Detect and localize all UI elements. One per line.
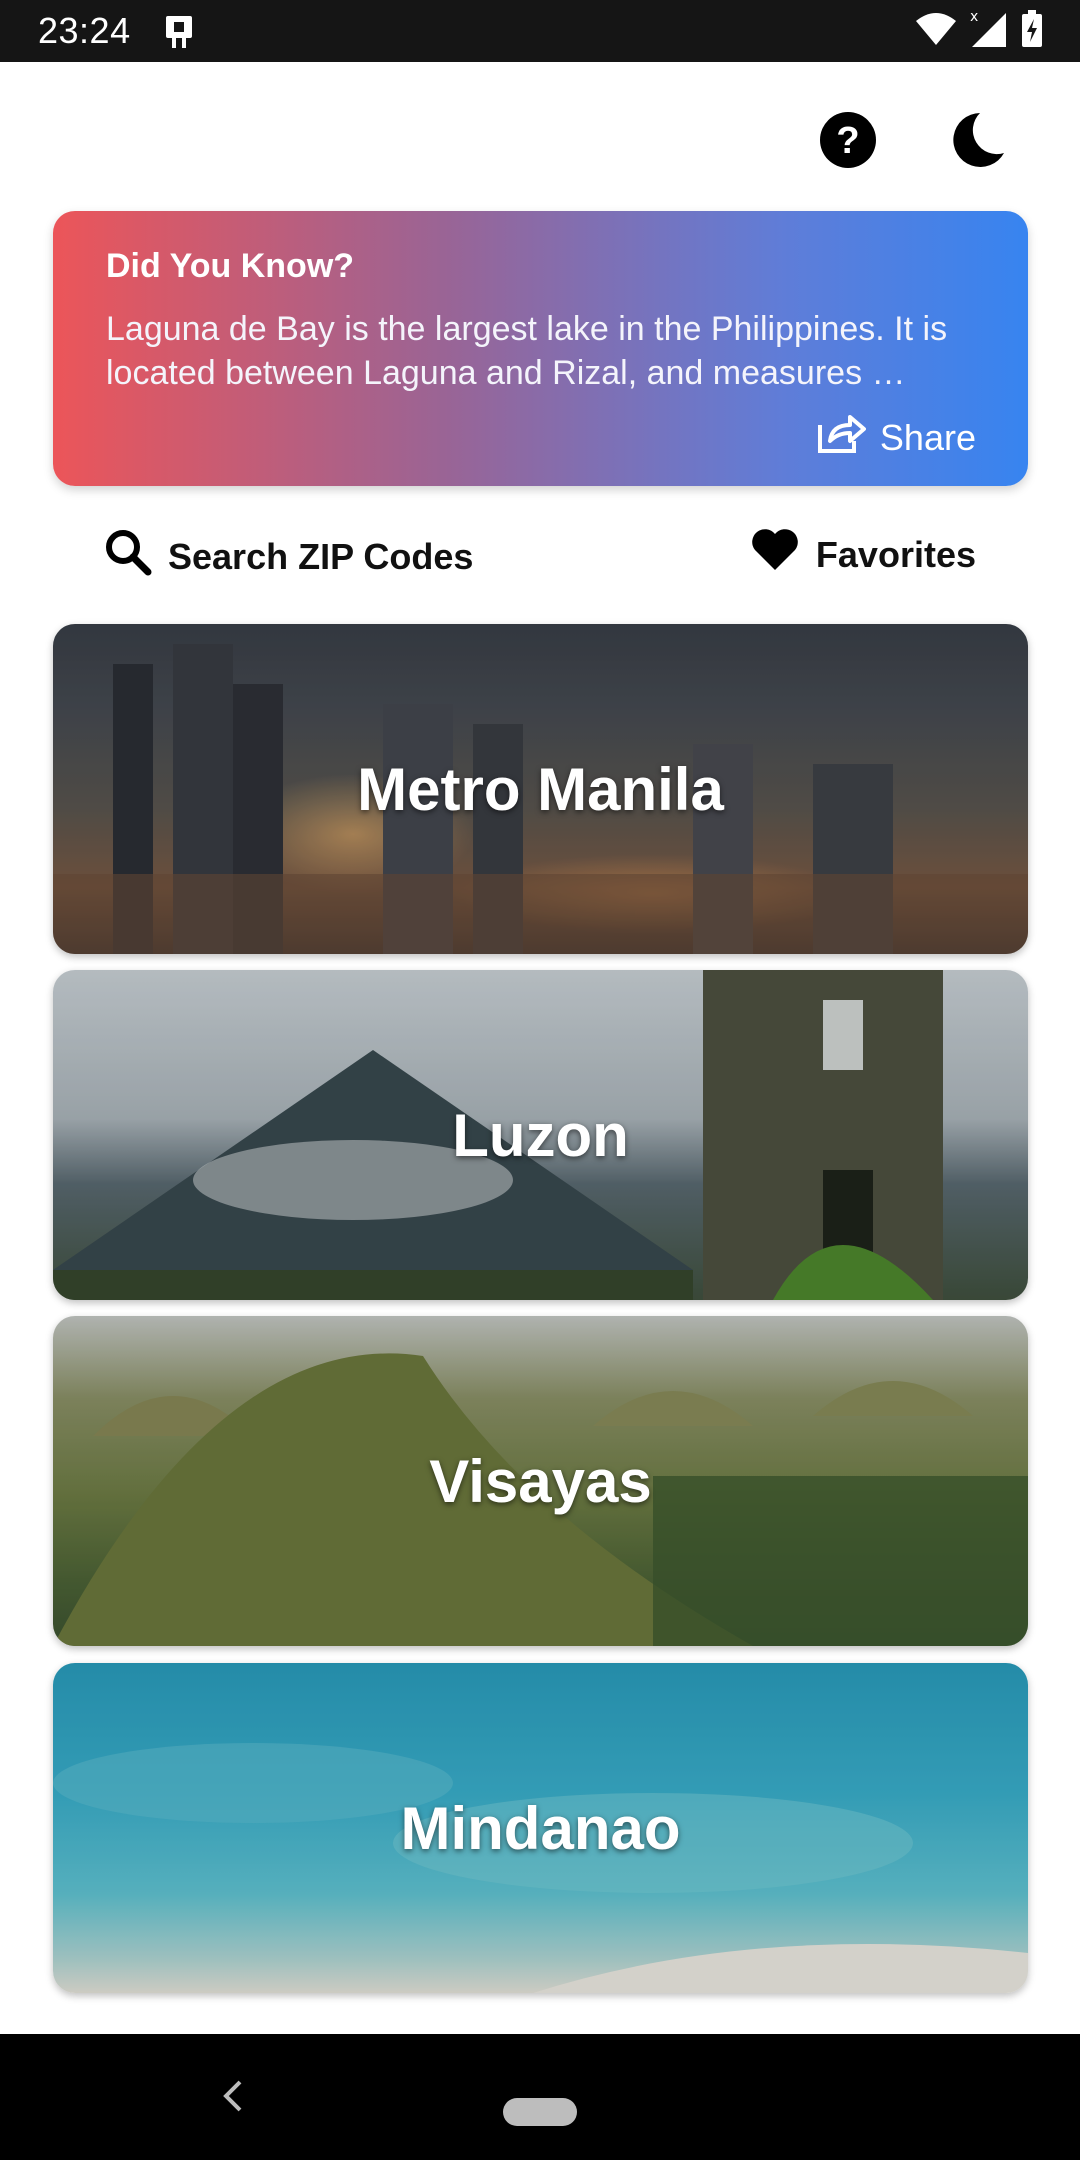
status-icons: x: [914, 9, 1044, 54]
wifi-icon: [914, 11, 958, 52]
favorites-label: Favorites: [815, 533, 976, 575]
share-icon: [816, 411, 866, 464]
region-card-luzon[interactable]: Luzon: [53, 970, 1028, 1300]
heart-icon: [750, 528, 800, 581]
svg-text:x: x: [970, 9, 978, 25]
fact-title: Did You Know?: [106, 247, 355, 285]
status-bar: 23:24 x: [0, 0, 1080, 62]
signal-icon: x: [968, 9, 1010, 54]
device-icon: [160, 14, 202, 55]
back-button[interactable]: [214, 2076, 254, 2116]
help-button[interactable]: ?: [816, 110, 880, 174]
region-card-mindanao[interactable]: Mindanao: [53, 1663, 1028, 1993]
battery-charging-icon: [1020, 9, 1044, 54]
search-icon: [104, 528, 152, 585]
region-label: Visayas: [429, 1447, 652, 1515]
favorites-link[interactable]: Favorites: [750, 528, 976, 581]
region-label: Luzon: [452, 1101, 629, 1169]
fact-card: Did You Know? Laguna de Bay is the large…: [53, 211, 1028, 486]
region-card-visayas[interactable]: Visayas: [53, 1316, 1028, 1646]
region-label: Metro Manila: [357, 755, 724, 823]
share-label: Share: [879, 416, 976, 458]
svg-text:?: ?: [836, 120, 859, 162]
home-pill-icon[interactable]: [503, 2098, 577, 2126]
theme-toggle-button[interactable]: [946, 110, 1010, 174]
region-card-metro-manila[interactable]: Metro Manila: [53, 624, 1028, 954]
region-label: Mindanao: [400, 1794, 681, 1862]
quick-nav: Search ZIP Codes Favorites: [0, 528, 1080, 588]
help-circle-icon: ?: [819, 111, 877, 174]
search-zip-codes-link[interactable]: Search ZIP Codes: [104, 528, 473, 585]
chevron-left-icon: [214, 2080, 254, 2120]
search-zip-codes-label: Search ZIP Codes: [168, 535, 474, 577]
system-nav-bar: [0, 2034, 1080, 2160]
moon-icon: [950, 111, 1006, 174]
share-button[interactable]: Share: [816, 411, 976, 464]
fact-body: Laguna de Bay is the largest lake in the…: [106, 310, 948, 392]
top-actions: ?: [816, 110, 1010, 174]
status-time: 23:24: [38, 10, 131, 51]
